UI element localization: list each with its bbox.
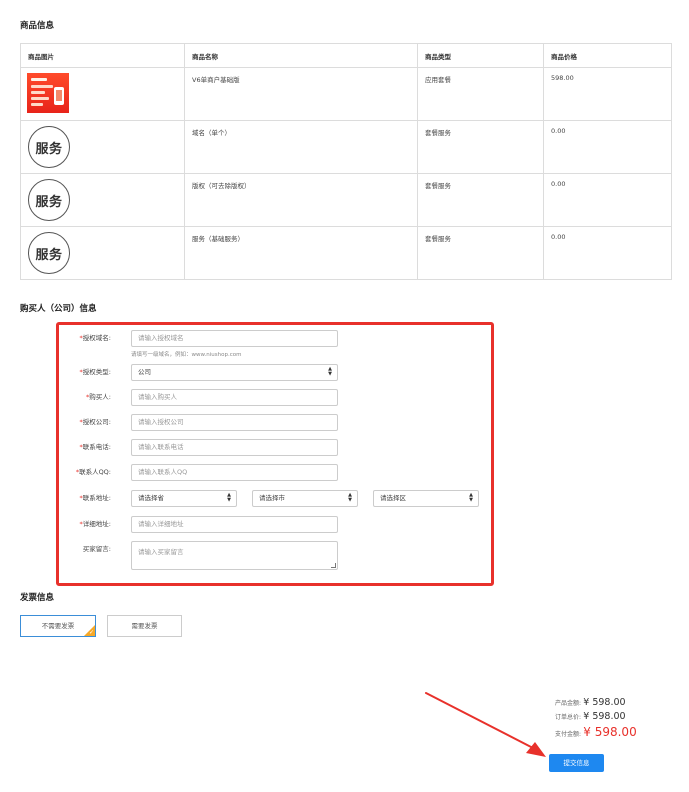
annotation-arrow-icon xyxy=(425,692,546,757)
